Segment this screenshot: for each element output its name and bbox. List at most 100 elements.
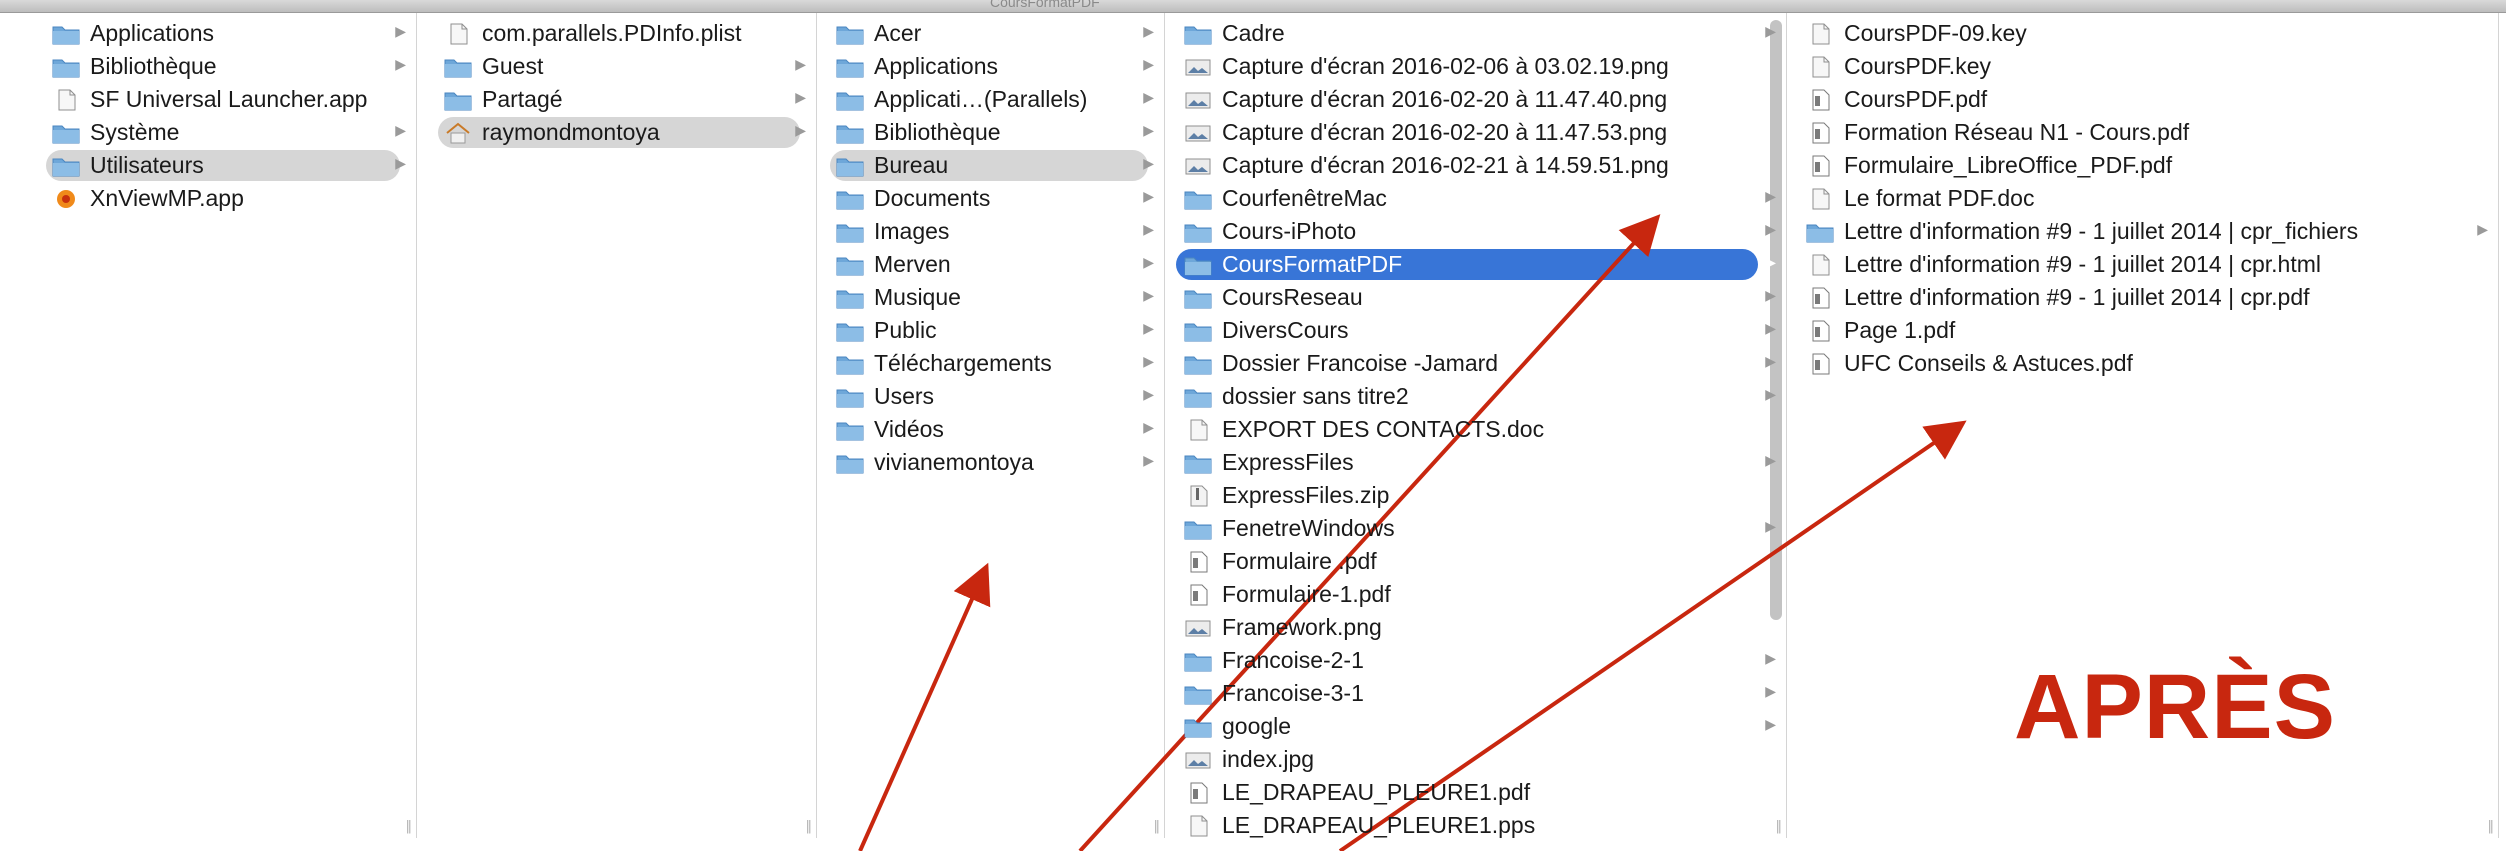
list-item[interactable]: Cours-iPhoto ▶ [1172,215,1786,248]
column-resize-handle[interactable]: ‖ [806,819,813,834]
list-item[interactable]: Acer ▶ [824,17,1164,50]
list-item[interactable]: Lettre d'information #9 - 1 juillet 2014… [1794,281,2498,314]
list-item[interactable]: CoursReseau ▶ [1172,281,1786,314]
list-item[interactable]: Page 1.pdf [1794,314,2498,347]
list-item[interactable]: raymondmontoya ▶ [432,116,816,149]
column-resize-handle[interactable]: ‖ [2488,819,2495,834]
item-label: UFC Conseils & Astuces.pdf [1844,350,2133,376]
list-item[interactable]: com.parallels.PDInfo.plist [432,17,816,50]
home-icon [444,122,472,144]
app-icon [52,188,80,210]
item-label: EXPORT DES CONTACTS.doc [1222,416,1545,442]
document-icon [1806,188,1834,210]
list-item[interactable]: Framework.png [1172,611,1786,644]
list-item[interactable]: Francoise-2-1 ▶ [1172,644,1786,677]
finder-column-bureau[interactable]: Cadre ▶ Capture d'écran 2016-02-06 à 03.02… [1172,13,1787,838]
list-item[interactable]: Système ▶ [40,116,416,149]
chevron-right-icon: ▶ [395,156,406,172]
finder-column-root[interactable]: Applications ▶ Bibliothèque ▶ SF Universal L… [40,13,417,838]
list-item[interactable]: Merven ▶ [824,248,1164,281]
list-item[interactable]: Francoise-3-1 ▶ [1172,677,1786,710]
list-item[interactable]: Applications ▶ [824,50,1164,83]
finder-column-users[interactable]: com.parallels.PDInfo.plist Guest ▶ Partagé ▶… [432,13,817,838]
list-item[interactable]: Partagé ▶ [432,83,816,116]
list-item[interactable]: Capture d'écran 2016-02-06 à 03.02.19.pn… [1172,50,1786,83]
list-item[interactable]: XnViewMP.app [40,182,416,215]
list-item[interactable]: UFC Conseils & Astuces.pdf [1794,347,2498,380]
list-item[interactable]: Musique ▶ [824,281,1164,314]
item-label: Musique [874,284,961,310]
list-item[interactable]: Formation Réseau N1 - Cours.pdf [1794,116,2498,149]
list-item[interactable]: Bibliothèque ▶ [824,116,1164,149]
folder-icon [836,452,864,474]
item-label: com.parallels.PDInfo.plist [482,20,742,46]
list-item[interactable]: Formulaire_LibreOffice_PDF.pdf [1794,149,2498,182]
list-item[interactable]: EXPORT DES CONTACTS.doc [1172,413,1786,446]
list-item[interactable]: Bureau ▶ [824,149,1164,182]
chevron-right-icon: ▶ [1765,684,1776,700]
list-item[interactable]: LE_DRAPEAU_PLEURE1.pdf [1172,776,1786,809]
list-item[interactable]: Bibliothèque ▶ [40,50,416,83]
document-icon [1806,254,1834,276]
list-item[interactable]: Lettre d'information #9 - 1 juillet 2014… [1794,248,2498,281]
list-item[interactable]: Capture d'écran 2016-02-20 à 11.47.53.pn… [1172,116,1786,149]
item-label: Capture d'écran 2016-02-20 à 11.47.53.pn… [1222,119,1668,145]
list-item[interactable]: DiversCours ▶ [1172,314,1786,347]
column-resize-handle[interactable]: ‖ [1154,819,1161,834]
list-item[interactable]: Cadre ▶ [1172,17,1786,50]
list-item[interactable]: Lettre d'information #9 - 1 juillet 2014… [1794,215,2498,248]
list-item[interactable]: SF Universal Launcher.app [40,83,416,116]
list-item[interactable]: Le format PDF.doc [1794,182,2498,215]
folder-icon [52,56,80,78]
chevron-right-icon: ▶ [1765,255,1776,271]
list-item[interactable]: dossier sans titre2 ▶ [1172,380,1786,413]
list-item[interactable]: Applicati…(Parallels) ▶ [824,83,1164,116]
list-item[interactable]: Images ▶ [824,215,1164,248]
list-item[interactable]: Guest ▶ [432,50,816,83]
list-item[interactable]: Dossier Francoise -Jamard ▶ [1172,347,1786,380]
list-item[interactable]: LE_DRAPEAU_PLEURE1.pps [1172,809,1786,838]
list-item[interactable]: Public ▶ [824,314,1164,347]
item-label: Partagé [482,86,563,112]
folder-icon [836,419,864,441]
column-resize-handle[interactable]: ‖ [406,819,413,834]
item-label: ExpressFiles [1222,449,1354,475]
folder-icon [836,386,864,408]
list-item[interactable]: ExpressFiles ▶ [1172,446,1786,479]
list-item[interactable]: FenetreWindows ▶ [1172,512,1786,545]
list-item[interactable]: CourfenêtreMac ▶ [1172,182,1786,215]
list-item[interactable]: Capture d'écran 2016-02-21 à 14.59.51.pn… [1172,149,1786,182]
list-item[interactable]: google ▶ [1172,710,1786,743]
list-item[interactable]: Documents ▶ [824,182,1164,215]
list-item[interactable]: Formulaire-1.pdf [1172,578,1786,611]
finder-column-home[interactable]: Acer ▶ Applications ▶ Applicati…(Parallels) ▶… [824,13,1165,838]
chevron-right-icon: ▶ [1765,651,1776,667]
list-item[interactable]: Applications ▶ [40,17,416,50]
item-label: CoursReseau [1222,284,1363,310]
image-icon [1184,749,1212,771]
folder-icon [1184,320,1212,342]
list-item[interactable]: Capture d'écran 2016-02-20 à 11.47.40.pn… [1172,83,1786,116]
list-item[interactable]: CoursFormatPDF ▶ [1172,248,1786,281]
list-item[interactable]: ExpressFiles.zip [1172,479,1786,512]
list-item[interactable]: index.jpg [1172,743,1786,776]
zip-icon [1184,485,1212,507]
list-item[interactable]: vivianemontoya ▶ [824,446,1164,479]
folder-icon [836,254,864,276]
item-label: Acer [874,20,922,46]
list-item[interactable]: Utilisateurs ▶ [40,149,416,182]
list-item[interactable]: CoursPDF-09.key [1794,17,2498,50]
list-item[interactable]: CoursPDF.pdf [1794,83,2498,116]
document-icon [1184,419,1212,441]
list-item[interactable]: Users ▶ [824,380,1164,413]
item-label: Téléchargements [874,350,1052,376]
list-item[interactable]: Téléchargements ▶ [824,347,1164,380]
list-item[interactable]: CoursPDF.key [1794,50,2498,83]
list-item[interactable]: Vidéos ▶ [824,413,1164,446]
folder-icon [836,320,864,342]
chevron-right-icon: ▶ [1765,222,1776,238]
column-resize-handle[interactable]: ‖ [1776,819,1783,834]
folder-icon [1806,221,1834,243]
item-label: dossier sans titre2 [1222,383,1409,409]
list-item[interactable]: Formulaire .pdf [1172,545,1786,578]
